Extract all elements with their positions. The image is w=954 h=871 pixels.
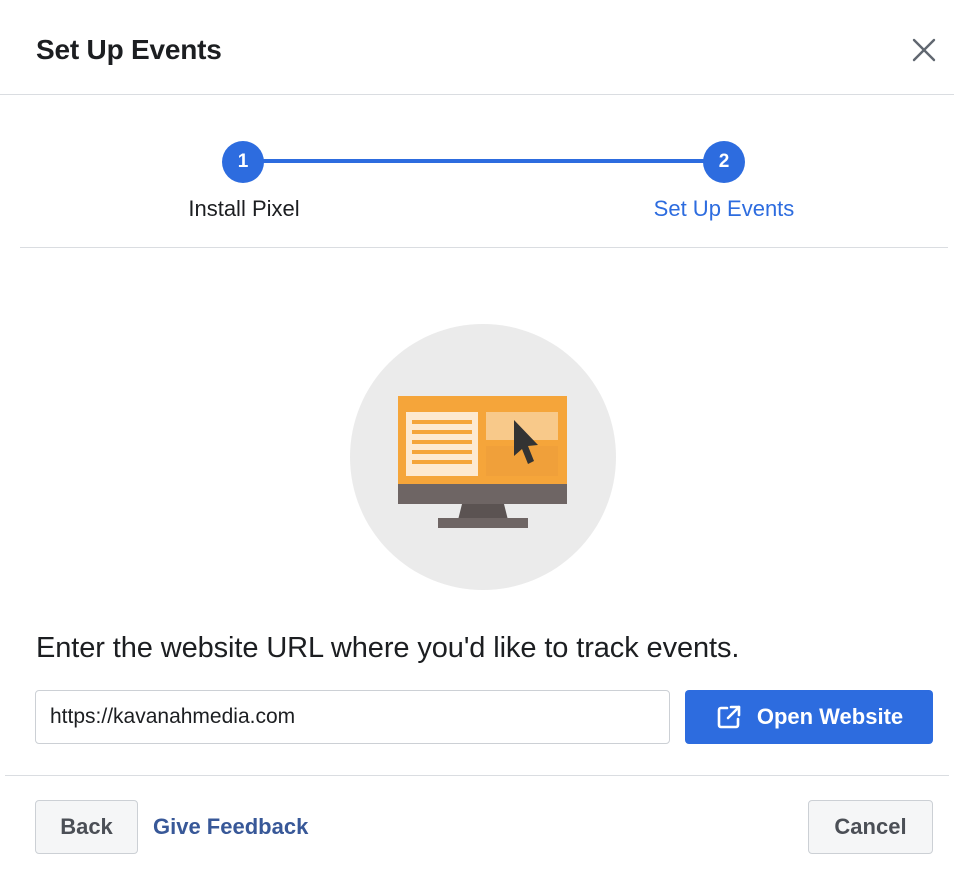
website-url-input[interactable] [35, 690, 670, 744]
url-prompt-text: Enter the website URL where you'd like t… [36, 632, 740, 664]
open-website-button[interactable]: Open Website [685, 690, 933, 744]
setup-events-dialog: Set Up Events 1 2 Install Pixel Set Up E… [0, 0, 954, 871]
progress-stepper: 1 2 Install Pixel Set Up Events [20, 120, 948, 248]
back-button[interactable]: Back [35, 800, 138, 854]
monitor-website-icon [350, 324, 616, 590]
step-1-label: Install Pixel [188, 196, 300, 221]
step-2-label: Set Up Events [653, 196, 795, 221]
external-link-icon [715, 703, 743, 731]
cancel-button[interactable]: Cancel [808, 800, 933, 854]
dialog-title: Set Up Events [36, 34, 222, 65]
footer-divider [5, 775, 949, 776]
open-website-label: Open Website [756, 704, 904, 729]
step-1-circle: 1 [222, 141, 264, 183]
dialog-header: Set Up Events [0, 0, 954, 95]
close-icon[interactable] [908, 34, 940, 66]
step-2-circle: 2 [703, 141, 745, 183]
step-connector [246, 159, 722, 163]
give-feedback-link[interactable]: Give Feedback [153, 814, 308, 840]
